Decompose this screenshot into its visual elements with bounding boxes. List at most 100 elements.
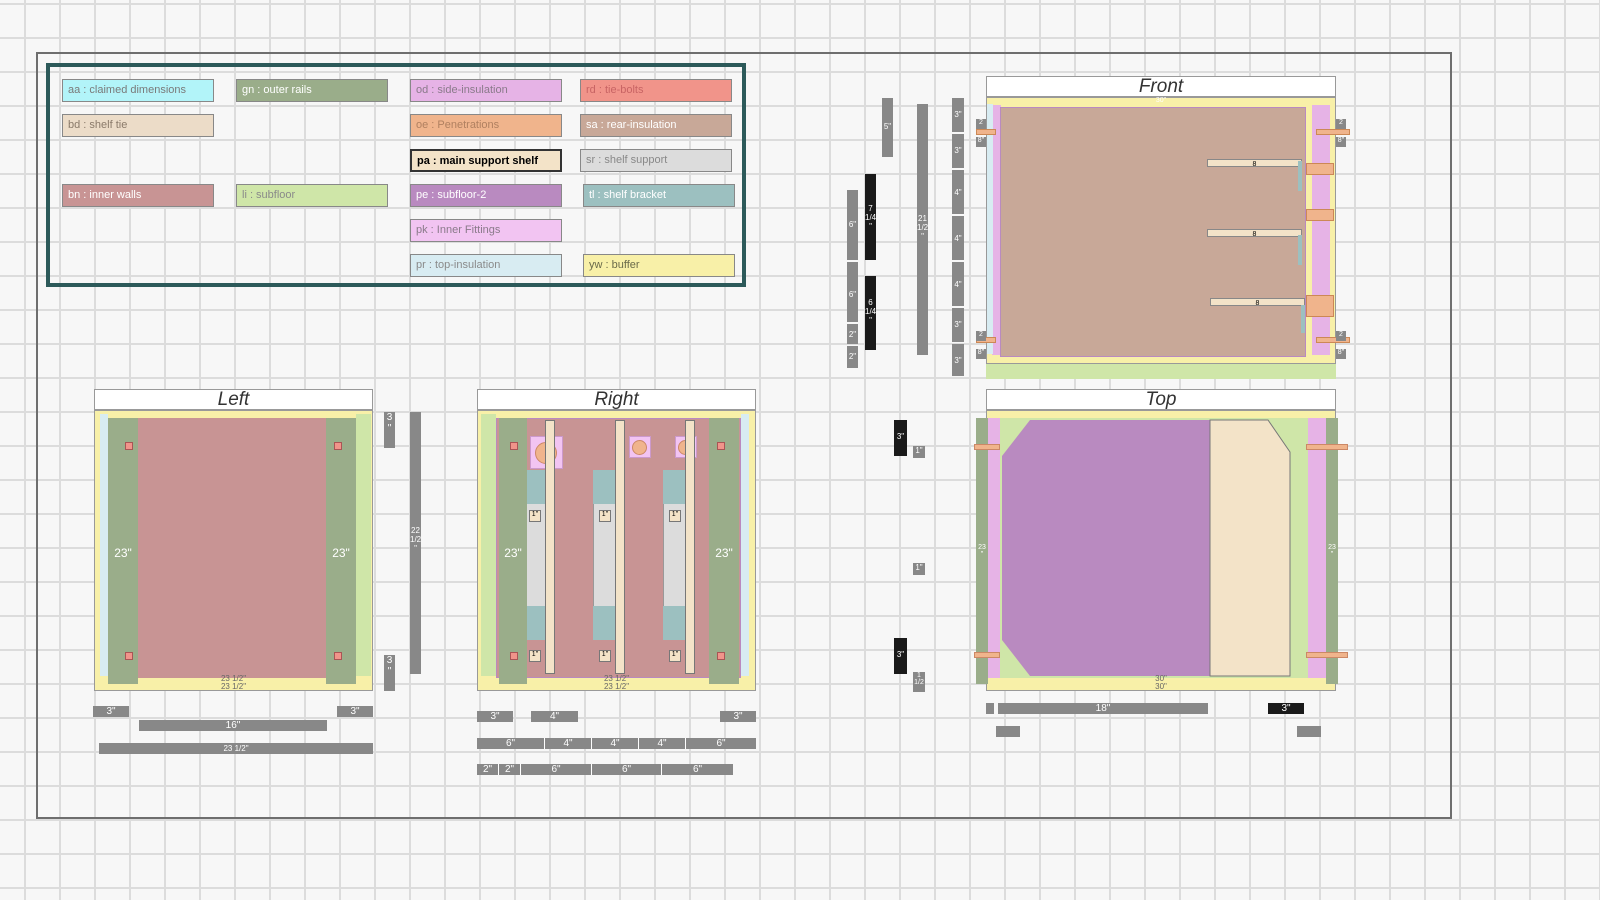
- front-view: 30" 8 8 8 2 8" 2 8" 2 8" 2 8": [976, 97, 1350, 379]
- left-dim-3b: 3": [337, 706, 373, 717]
- front-penetration-3: [1306, 295, 1334, 317]
- right-dim-row1-1: 3": [477, 711, 513, 722]
- legend-panel: aa : claimed dimensions gn : outer rails o…: [46, 63, 746, 287]
- right-rail-left: 23": [499, 418, 527, 684]
- right-bracket-label-3: 1": [669, 510, 681, 522]
- top-view-title: Top: [986, 389, 1336, 410]
- front-right-dim-7: 3": [952, 344, 964, 376]
- mid-dim-3-bottom: 3": [894, 638, 907, 674]
- front-top-dim: 30": [1155, 97, 1167, 104]
- legend-item: bn : inner walls: [62, 184, 214, 207]
- right-dim-row2-3: 4": [592, 738, 639, 749]
- left-subfloor: [356, 414, 371, 676]
- front-right-dim-6: 3": [952, 308, 964, 342]
- left-bolt-1: [125, 442, 133, 450]
- legend-item: li : subfloor: [236, 184, 388, 207]
- left-rail-right: 23": [326, 418, 356, 684]
- top-left-insulation: [988, 418, 1000, 678]
- front-corner-tl-b: 8": [976, 137, 986, 147]
- left-inner-wall: [108, 418, 356, 678]
- left-long-dim: 22 1/2 ": [410, 412, 421, 674]
- top-rail-right: 23 ": [1326, 418, 1338, 684]
- top-rail-left: 23 ": [976, 418, 988, 684]
- top-dim-small-right: [1297, 726, 1321, 737]
- top-bolt-tr: [1306, 444, 1348, 450]
- front-penetration-1: [1306, 163, 1334, 175]
- top-dim-3: 3": [1268, 703, 1304, 714]
- front-bolt-tr: [1316, 129, 1350, 135]
- top-bolt-tl: [974, 444, 1000, 450]
- right-bracket-label-2: 1": [599, 510, 611, 522]
- right-shelf-tie-2: [615, 420, 625, 674]
- top-view: 23 " 23 " 30" 30": [974, 410, 1348, 691]
- right-bracket-label-6: 1": [669, 650, 681, 662]
- front-left-edge: [987, 104, 993, 354]
- front-shelf-3: 8: [1210, 298, 1305, 307]
- right-dim-row1-3: 3": [720, 711, 756, 722]
- legend-item: sr : shelf support: [580, 149, 732, 172]
- right-view-title: Right: [477, 389, 756, 410]
- top-bolt-bl: [974, 652, 1000, 658]
- front-subfloor: [986, 363, 1336, 379]
- left-dim-16: 16": [139, 720, 327, 731]
- right-dim-row1-2: 4": [531, 711, 578, 722]
- front-corner-bl: 2: [976, 331, 986, 341]
- front-dim-21-1-2: 21 1/2 ": [917, 104, 928, 355]
- right-penetration-2: [632, 440, 647, 455]
- front-shelf-1: 8: [1207, 159, 1302, 168]
- right-shelf-tie-1: [545, 420, 555, 674]
- front-corner-tr: 2: [1336, 119, 1346, 129]
- legend-item: od : side-insulation: [410, 79, 562, 102]
- mid-dim-3-top: 3": [894, 420, 907, 456]
- left-bottom-dim-b: 23 1/2": [220, 682, 247, 691]
- legend-item: pe : subfloor-2: [410, 184, 562, 207]
- legend-item: gn : outer rails: [236, 79, 388, 102]
- front-right-dim-3: 4": [952, 170, 964, 214]
- front-penetration-2: [1306, 209, 1334, 221]
- front-dim-7-1-4: 7 1/4 ": [865, 174, 876, 260]
- legend-item: pa : main support shelf: [410, 149, 562, 172]
- legend-item: sa : rear-insulation: [580, 114, 732, 137]
- left-rail-left: 23": [108, 418, 138, 684]
- top-subfloor-2-shape: [1002, 419, 1291, 677]
- mid-dim-1-b: 1": [913, 563, 925, 575]
- mid-dim-1-1-2: 1 1/2: [913, 672, 925, 692]
- legend-item: pr : top-insulation: [410, 254, 562, 277]
- front-right-insulation: [1312, 105, 1330, 355]
- right-rail-right: 23": [709, 418, 739, 684]
- front-corner-tr-b: 8": [1336, 137, 1346, 147]
- left-bolt-3: [125, 652, 133, 660]
- front-corner-bl-b: 8": [976, 349, 986, 359]
- legend-item: tl : shelf bracket: [583, 184, 735, 207]
- front-left-dim-4: 2": [847, 346, 858, 368]
- front-dim-6-1-4: 6 1/4 ": [865, 276, 876, 350]
- right-bracket-top-2: [593, 470, 615, 504]
- front-bracket-3: [1301, 305, 1305, 333]
- right-bolt-2: [717, 442, 725, 450]
- left-view-title: Left: [94, 389, 373, 410]
- front-right-dim-1: 3": [952, 98, 964, 132]
- left-side-dim-a: 3 ": [384, 412, 395, 448]
- right-dim-row2-2: 4": [545, 738, 592, 749]
- front-right-dim-column: 3" 3" 4" 4" 4" 3" 3": [952, 98, 965, 378]
- right-top-insulation: [741, 414, 749, 676]
- legend-item: oe : Penetrations: [410, 114, 562, 137]
- right-bracket-bottom-3: [663, 606, 685, 640]
- right-dim-row2-4: 4": [639, 738, 686, 749]
- left-bolt-2: [334, 442, 342, 450]
- right-bracket-label-5: 1": [599, 650, 611, 662]
- legend-item: bd : shelf tie: [62, 114, 214, 137]
- front-bracket-2: [1298, 235, 1302, 265]
- right-view: 1" 1" 1" 1" 1" 1" 23" 23" 23 1/2" 23 1/2…: [477, 410, 756, 691]
- front-shelf-2: 8: [1207, 229, 1302, 238]
- right-dim-row3-2: 2": [499, 764, 521, 775]
- legend-item: yw : buffer: [583, 254, 735, 277]
- right-bracket-label-4: 1": [529, 650, 541, 662]
- front-right-dim-2: 3": [952, 134, 964, 168]
- right-dim-row2-5: 6": [686, 738, 756, 749]
- top-dim-small-left: [996, 726, 1020, 737]
- front-bracket-1: [1298, 161, 1302, 191]
- right-bottom-dim-b: 23 1/2": [603, 682, 630, 691]
- front-corner-br-b: 8": [1336, 349, 1346, 359]
- right-dim-row3-5: 6": [662, 764, 733, 775]
